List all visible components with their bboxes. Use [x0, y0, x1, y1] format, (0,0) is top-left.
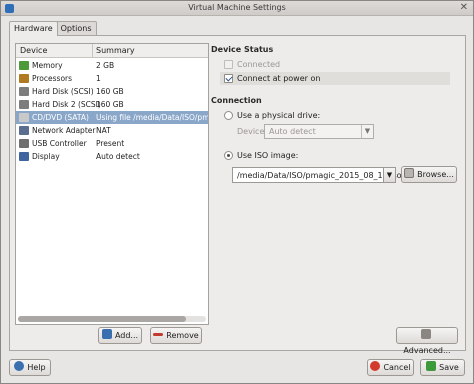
add-device-button[interactable]: Add... — [98, 327, 142, 344]
physical-drive-label[interactable]: Use a physical drive: — [237, 111, 320, 120]
device-row[interactable]: CD/DVD (SATA) Using file /media/Data/ISO/… — [16, 111, 208, 124]
device-list[interactable]: Device Summary Memory 2 GB Processors 1 Hard… — [15, 43, 209, 325]
iso-path-input[interactable]: /media/Data/ISO/pmagic_2015_08_12.iso — [232, 167, 402, 183]
device-row[interactable]: Processors 1 — [16, 72, 208, 85]
column-header-device[interactable]: Device — [20, 46, 47, 55]
add-button-label: Add... — [114, 331, 139, 340]
connected-checkbox — [224, 60, 233, 69]
cd-dvd-icon — [19, 113, 29, 122]
connected-option: Connected — [220, 58, 450, 71]
device-summary: 160 GB — [96, 100, 124, 109]
iso-history-dropdown[interactable]: ▼ — [383, 167, 396, 183]
hard-disk-icon — [19, 100, 29, 109]
device-summary: Auto detect — [96, 152, 140, 161]
advanced-button-label: Advanced... — [403, 346, 451, 355]
help-button-label: Help — [27, 363, 46, 372]
device-select: Auto detect ▼ — [264, 124, 374, 139]
horizontal-scrollbar[interactable] — [18, 316, 206, 322]
device-summary: 160 GB — [96, 87, 124, 96]
usb-icon — [19, 139, 29, 148]
device-summary: 1 — [96, 74, 101, 83]
vm-settings-window: Virtual Machine Settings ✕ Hardware Optio… — [0, 0, 474, 384]
window-title: Virtual Machine Settings — [188, 3, 286, 12]
device-name: Processors — [32, 74, 73, 83]
hard-disk-icon — [19, 87, 29, 96]
device-name: CD/DVD (SATA) — [32, 113, 89, 122]
connected-label: Connected — [237, 60, 281, 69]
close-icon[interactable]: ✕ — [460, 2, 468, 13]
network-icon — [19, 126, 29, 135]
cancel-icon — [370, 361, 381, 371]
physical-drive-radio[interactable] — [224, 111, 233, 120]
device-row[interactable]: Display Auto detect — [16, 150, 208, 163]
cancel-button[interactable]: Cancel — [367, 359, 414, 376]
device-summary: 2 GB — [96, 61, 115, 70]
device-select-value: Auto detect — [269, 127, 316, 136]
advanced-button[interactable]: Advanced... — [396, 327, 458, 355]
hardware-panel: Device Summary Memory 2 GB Processors 1 Hard… — [9, 35, 466, 355]
connection-heading: Connection — [211, 96, 262, 105]
cancel-button-label: Cancel — [383, 363, 411, 372]
device-status-heading: Device Status — [211, 45, 274, 54]
iso-image-radio[interactable] — [224, 151, 233, 160]
device-summary: Present — [96, 139, 125, 148]
list-header: Device Summary — [16, 44, 208, 58]
browse-button-label: Browse... — [417, 170, 454, 179]
remove-button-label: Remove — [166, 331, 199, 340]
connect-at-power-on-label: Connect at power on — [237, 74, 321, 83]
tab-hardware[interactable]: Hardware — [9, 21, 58, 36]
device-summary: NAT — [96, 126, 111, 135]
device-row[interactable]: Hard Disk (SCSI) 160 GB — [16, 85, 208, 98]
scrollbar-thumb[interactable] — [18, 316, 186, 322]
device-row[interactable]: Memory 2 GB — [16, 59, 208, 72]
processor-icon — [19, 74, 29, 83]
connect-at-power-on-option[interactable]: Connect at power on — [220, 72, 450, 85]
device-name: Memory — [32, 61, 63, 70]
device-name: USB Controller — [32, 139, 87, 148]
add-icon — [101, 329, 112, 339]
tab-options[interactable]: Options — [55, 21, 97, 36]
iso-image-label[interactable]: Use ISO image: — [237, 151, 298, 160]
device-row[interactable]: USB Controller Present — [16, 137, 208, 150]
title-bar[interactable]: Virtual Machine Settings ✕ — [1, 1, 473, 16]
save-button-label: Save — [439, 363, 459, 372]
folder-icon — [404, 168, 415, 178]
remove-icon — [153, 333, 164, 336]
device-row[interactable]: Hard Disk 2 (SCSI) 160 GB — [16, 98, 208, 111]
device-label: Device: — [237, 127, 268, 136]
save-button[interactable]: Save — [420, 359, 465, 376]
help-button[interactable]: Help — [9, 359, 51, 376]
iso-path-value: /media/Data/ISO/pmagic_2015_08_12.iso — [237, 171, 402, 180]
chevron-down-icon: ▼ — [361, 125, 373, 138]
browse-button[interactable]: Browse... — [401, 166, 457, 183]
device-row[interactable]: Network Adapter NAT — [16, 124, 208, 137]
help-icon — [14, 361, 25, 371]
column-header-summary[interactable]: Summary — [92, 44, 135, 58]
device-name: Hard Disk (SCSI) — [32, 87, 94, 96]
connect-at-power-on-checkbox[interactable] — [224, 74, 233, 83]
memory-icon — [19, 61, 29, 70]
display-icon — [19, 152, 29, 161]
advanced-settings-icon — [420, 329, 431, 339]
device-name: Hard Disk 2 (SCSI) — [32, 100, 101, 109]
tab-bar: Hardware Options — [9, 21, 97, 36]
device-name: Network Adapter — [32, 126, 96, 135]
remove-device-button[interactable]: Remove — [150, 327, 202, 344]
save-icon — [426, 361, 437, 371]
device-name: Display — [32, 152, 60, 161]
device-summary: Using file /media/Data/ISO/pmagic — [96, 113, 208, 122]
